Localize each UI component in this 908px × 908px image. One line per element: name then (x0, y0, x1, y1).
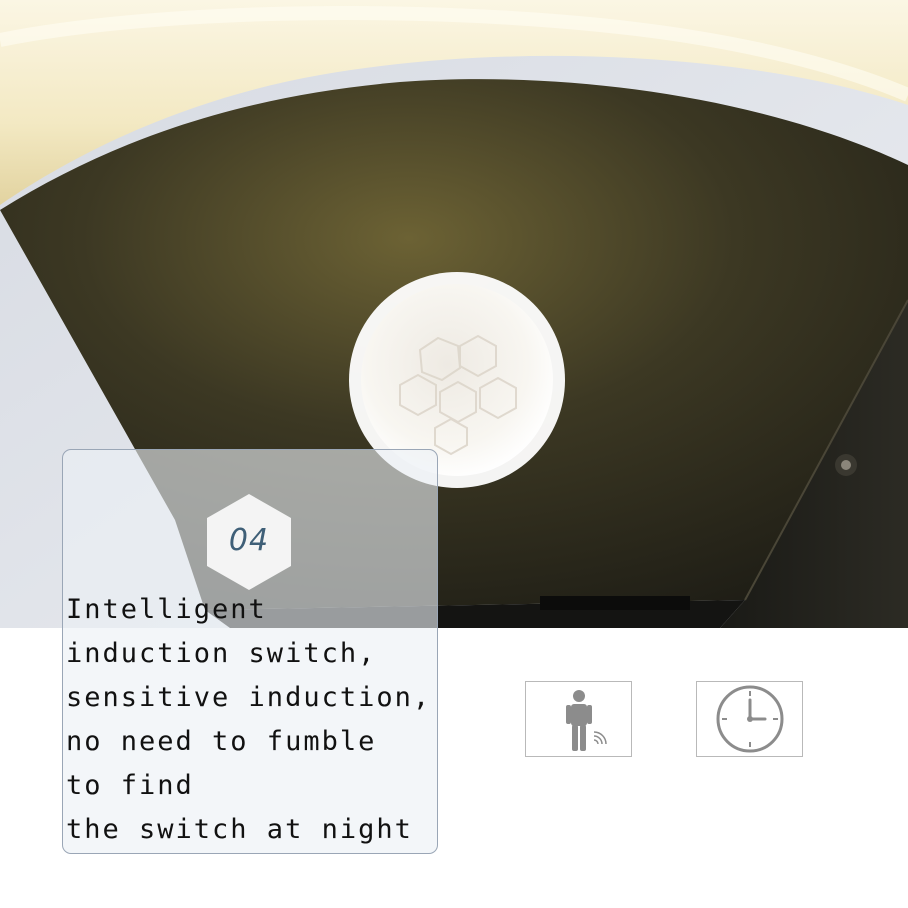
feature-card: 04 Intelligent induction switch, sensiti… (62, 449, 438, 854)
motion-sensor-mode-box (525, 681, 632, 757)
product-feature-page: 04 Intelligent induction switch, sensiti… (0, 0, 908, 908)
feature-line: no need to fumble (66, 726, 377, 757)
person-motion-sensor-icon (566, 690, 607, 751)
feature-line: induction switch, (66, 638, 377, 669)
clock-icon (716, 685, 784, 753)
feature-line: to find (66, 770, 194, 801)
feature-line: Intelligent (66, 594, 267, 625)
feature-line: the switch at night (66, 814, 413, 845)
feature-number: 04 (228, 523, 270, 558)
feature-line: sensitive induction, (66, 682, 432, 713)
feature-description: Intelligent induction switch, sensitive … (66, 588, 438, 852)
timer-mode-box (696, 681, 803, 757)
